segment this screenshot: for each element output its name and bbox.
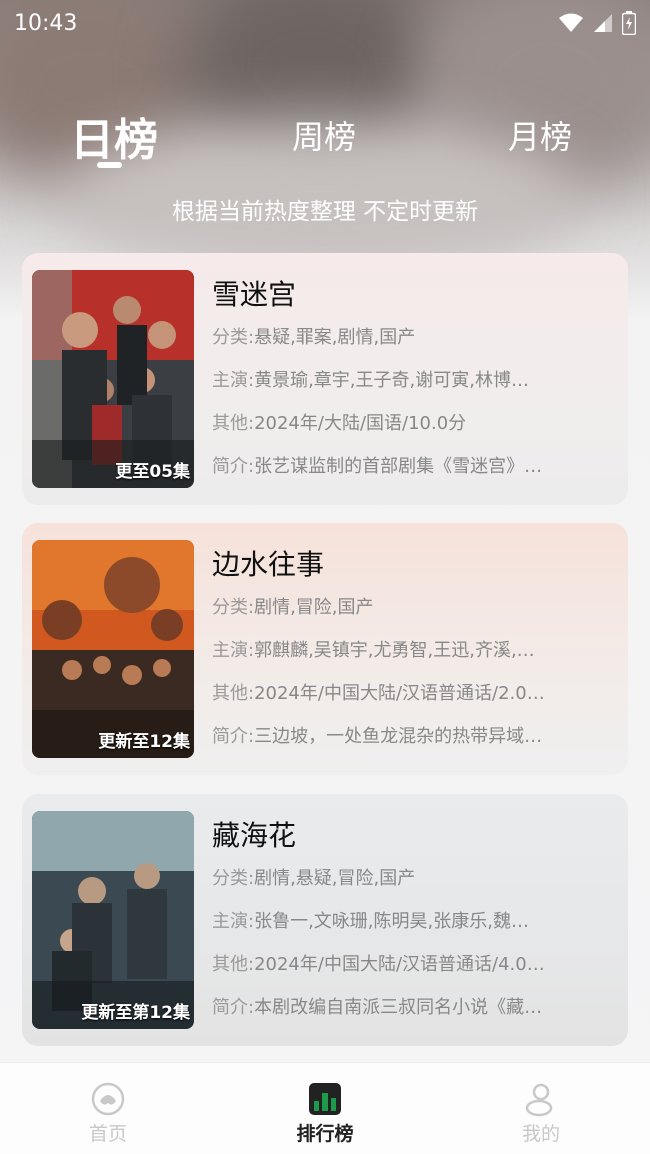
info-value: 悬疑,罪案,剧情,国产: [254, 327, 416, 348]
info-intro: 简介:本剧改编自南派三叔同名小说《藏…: [212, 993, 616, 1019]
info-label: 其他:: [212, 683, 255, 704]
info-value: 黄景瑜,章宇,王子奇,谢可寅,林博…: [254, 370, 529, 391]
info-label: 其他:: [212, 413, 255, 434]
ranking-icon: [309, 1083, 341, 1115]
wifi-icon: [559, 13, 583, 32]
info-label: 分类:: [212, 327, 255, 348]
info-value: 剧情,悬疑,冒险,国产: [254, 868, 416, 889]
status-icons: [558, 11, 636, 35]
info-value: 张鲁一,文咏珊,陈明昊,张康乐,魏…: [254, 911, 529, 932]
info-cast: 主演:黄景瑜,章宇,王子奇,谢可寅,林博…: [212, 366, 616, 392]
ranking-card-2[interactable]: 更新至12集 边水往事 分类:剧情,冒险,国产 主演:郭麒麟,吴镇宇,尤勇智,王…: [22, 523, 628, 775]
poster-image[interactable]: 更新至12集: [32, 540, 194, 758]
info-value: 本剧改编自南派三叔同名小说《藏…: [254, 997, 543, 1018]
info-label: 分类:: [212, 868, 255, 889]
poster-episode-tag: 更新至12集: [98, 732, 190, 752]
home-icon: [91, 1082, 125, 1116]
signal-icon: [594, 14, 612, 32]
ranking-screen: 10:43 日榜 周榜 月榜 根据当前热度整理 不定时更新 更至05集 雪迷宫 …: [0, 0, 650, 1154]
info-label: 简介:: [212, 997, 255, 1018]
tab-monthly[interactable]: 月榜: [508, 112, 572, 158]
info-label: 主演:: [212, 911, 255, 932]
info-intro: 简介:张艺谋监制的首部剧集《雪迷宫》…: [212, 452, 616, 478]
battery-icon: [622, 11, 636, 35]
profile-icon: [525, 1083, 553, 1117]
info-value: 2024年/中国大陆/汉语普通话/4.0…: [254, 954, 545, 975]
info-label: 简介:: [212, 726, 255, 747]
info-category: 分类:悬疑,罪案,剧情,国产: [212, 323, 616, 349]
tab-daily[interactable]: 日榜: [70, 104, 158, 168]
info-category: 分类:剧情,悬疑,冒险,国产: [212, 864, 616, 890]
ranking-subtitle: 根据当前热度整理 不定时更新: [171, 199, 479, 225]
status-time: 10:43: [14, 10, 78, 36]
info-value: 张艺谋监制的首部剧集《雪迷宫》…: [254, 456, 543, 477]
info-label: 主演:: [212, 640, 255, 661]
info-intro: 简介:三边坡，一处鱼龙混杂的热带异域…: [212, 722, 616, 748]
info-label: 其他:: [212, 954, 255, 975]
poster-image[interactable]: 更至05集: [32, 270, 194, 488]
info-value: 三边坡，一处鱼龙混杂的热带异域…: [254, 726, 543, 747]
poster-episode-tag: 更新至第12集: [81, 1003, 190, 1023]
info-label: 简介:: [212, 456, 255, 477]
poster-episode-tag: 更至05集: [115, 462, 190, 482]
ranking-card-3[interactable]: 更新至第12集 藏海花 分类:剧情,悬疑,冒险,国产 主演:张鲁一,文咏珊,陈明…: [22, 794, 628, 1046]
info-label: 分类:: [212, 597, 255, 618]
show-title[interactable]: 边水往事: [212, 543, 324, 583]
poster-art: [32, 270, 194, 488]
info-value: 郭麒麟,吴镇宇,尤勇智,王迅,齐溪,…: [254, 640, 535, 661]
nav-label: 我的: [521, 1123, 560, 1145]
tab-weekly[interactable]: 周榜: [292, 112, 356, 158]
nav-profile[interactable]: 我的: [481, 1081, 601, 1146]
info-value: 剧情,冒险,国产: [254, 597, 374, 618]
info-category: 分类:剧情,冒险,国产: [212, 593, 616, 619]
info-cast: 主演:张鲁一,文咏珊,陈明昊,张康乐,魏…: [212, 907, 616, 933]
show-title[interactable]: 雪迷宫: [212, 273, 296, 313]
info-value: 2024年/大陆/国语/10.0分: [254, 413, 467, 434]
bottom-navigation: 首页 排行榜 我的: [0, 1062, 650, 1154]
info-other: 其他:2024年/中国大陆/汉语普通话/2.0…: [212, 679, 616, 705]
ranking-card-1[interactable]: 更至05集 雪迷宫 分类:悬疑,罪案,剧情,国产 主演:黄景瑜,章宇,王子奇,谢…: [22, 253, 628, 505]
poster-art: [32, 540, 194, 758]
info-value: 2024年/中国大陆/汉语普通话/2.0…: [254, 683, 545, 704]
info-label: 主演:: [212, 370, 255, 391]
nav-label: 排行榜: [296, 1123, 354, 1145]
show-title[interactable]: 藏海花: [212, 814, 296, 854]
nav-ranking[interactable]: 排行榜: [265, 1081, 385, 1146]
nav-label: 首页: [88, 1123, 127, 1145]
nav-home[interactable]: 首页: [48, 1081, 168, 1146]
info-other: 其他:2024年/大陆/国语/10.0分: [212, 409, 616, 435]
ranking-tabs: 日榜 周榜 月榜: [0, 100, 650, 180]
info-other: 其他:2024年/中国大陆/汉语普通话/4.0…: [212, 950, 616, 976]
tab-indicator: [97, 162, 122, 168]
info-cast: 主演:郭麒麟,吴镇宇,尤勇智,王迅,齐溪,…: [212, 636, 616, 662]
poster-art: [32, 811, 194, 1029]
status-bar: 10:43: [0, 0, 650, 46]
poster-image[interactable]: 更新至第12集: [32, 811, 194, 1029]
